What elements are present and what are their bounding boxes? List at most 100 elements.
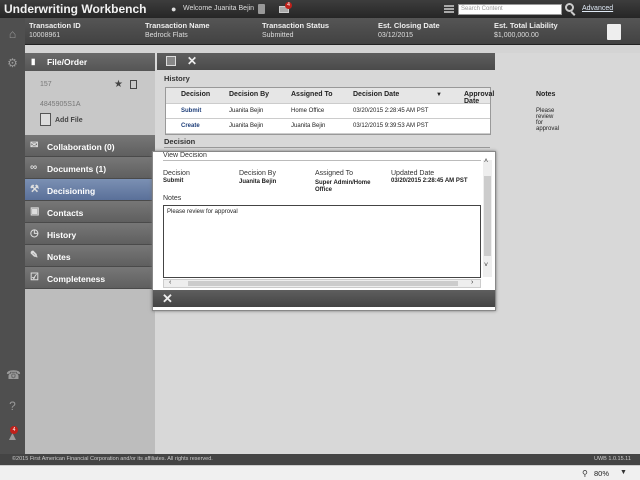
zoom-level[interactable]: 80% <box>594 469 609 478</box>
history-table: Decision Decision By Assigned To Decisio… <box>165 87 559 135</box>
assigned-to-cell: Juanita Bejin <box>291 123 326 129</box>
sidebar: ▮ File/Order 157 ★ 4845905S1A Add File ✉… <box>25 53 155 454</box>
notes-cell: Please review for approval <box>536 108 560 132</box>
star-icon[interactable]: ★ <box>114 79 123 90</box>
sidebar-item-label: Collaboration (0) <box>47 142 115 152</box>
total-liability-value: $1,000,000.00 <box>494 32 539 39</box>
history-section-title: History <box>164 74 190 83</box>
assigned-to-cell: Home Office <box>291 108 325 114</box>
welcome-text: Welcome Juanita Bejin <box>183 5 255 12</box>
column-header[interactable]: Decision <box>181 91 210 98</box>
transaction-id-label: Transaction ID <box>29 21 81 30</box>
vertical-scrollbar[interactable] <box>483 160 492 277</box>
decision-section-title: Decision <box>164 137 196 146</box>
decision-link[interactable]: Submit <box>181 108 201 114</box>
sidebar-item-history[interactable]: ◷ History <box>25 223 155 245</box>
transaction-name-value: Bedrock Flats <box>145 32 188 39</box>
scroll-left-icon[interactable]: ‹ <box>169 279 171 286</box>
decision-value: Submit <box>163 178 184 184</box>
assigned-to-value-line1: Super Admin/Home <box>315 180 371 186</box>
close-icon[interactable]: ✕ <box>187 54 197 68</box>
transaction-status-value: Submitted <box>262 32 294 39</box>
closing-date-value: 03/12/2015 <box>378 32 414 39</box>
save-icon[interactable] <box>166 56 176 66</box>
column-header[interactable]: Assigned To <box>291 91 332 98</box>
column-header[interactable]: Approval Date <box>464 91 494 105</box>
transaction-name-label: Transaction Name <box>145 21 210 30</box>
main-toolbar: ✕ <box>157 53 495 70</box>
file-document-icon[interactable] <box>130 80 137 89</box>
updated-date-label: Updated Date <box>391 170 435 177</box>
sidebar-item-label: Completeness <box>47 274 106 284</box>
decision-link[interactable]: Create <box>181 123 200 129</box>
sidebar-item-label: History <box>47 230 77 240</box>
help-icon[interactable]: ? <box>6 400 19 413</box>
notification-badge: 4 <box>10 426 18 434</box>
order-number[interactable]: 4845905S1A <box>40 101 80 108</box>
decision-by-cell: Juanita Bejin <box>229 108 264 114</box>
total-liability-label: Est. Total Liability <box>494 21 558 30</box>
file-number[interactable]: 157 <box>40 81 52 88</box>
sort-arrow-icon[interactable]: ▼ <box>436 92 442 98</box>
table-row: Submit Juanita Bejin Home Office 03/20/2… <box>166 104 559 132</box>
close-dialog-icon[interactable]: ✕ <box>162 291 173 307</box>
link-icon: ∞ <box>30 162 38 173</box>
decision-by-label: Decision By <box>239 170 276 177</box>
view-decision-dialog: View Decision Decision Submit Decision B… <box>152 151 496 311</box>
scroll-right-icon[interactable]: › <box>471 279 473 286</box>
table-header-row: Decision Decision By Assigned To Decisio… <box>166 88 555 105</box>
horizontal-scrollbar[interactable] <box>163 279 481 288</box>
folder-icon: ▮ <box>31 57 36 66</box>
sidebar-item-notes[interactable]: ✎ Notes <box>25 245 155 267</box>
scroll-down-icon[interactable]: ˅ <box>484 262 488 269</box>
scrollbar-thumb[interactable] <box>484 176 491 256</box>
document-icon[interactable] <box>607 24 621 40</box>
notes-textarea[interactable]: Please review for approval <box>163 205 481 278</box>
decision-label: Decision <box>163 170 190 177</box>
scroll-up-icon[interactable]: ˄ <box>484 158 488 165</box>
assigned-to-value-line2: Office <box>315 187 333 193</box>
left-rail: ⌂ ⚙ ☎ ? ▲ <box>0 18 25 454</box>
decision-date-cell: 03/12/2015 9:39:53 AM PST <box>353 123 429 129</box>
chat-icon: ✉ <box>30 140 39 151</box>
advanced-search-link[interactable]: Advanced <box>582 5 613 12</box>
column-header[interactable]: Decision Date <box>353 91 399 98</box>
sidebar-item-documents[interactable]: ∞ Documents (1) <box>25 157 155 179</box>
search-input[interactable]: Search Content <box>458 4 562 15</box>
home-icon[interactable]: ⌂ <box>6 28 19 41</box>
gear-icon[interactable]: ⚙ <box>6 57 19 70</box>
add-file-icon[interactable] <box>40 113 51 126</box>
sidebar-item-label: Documents (1) <box>47 164 107 174</box>
scrollbar-thumb[interactable] <box>188 281 458 286</box>
app-title: Underwriting Workbench <box>4 2 147 16</box>
chevron-down-icon[interactable]: ▼ <box>620 469 627 476</box>
mail-count-badge: 4 <box>285 2 292 9</box>
search-icon[interactable] <box>565 3 574 12</box>
transaction-info-bar: Transaction ID 10008961 Transaction Name… <box>25 18 640 45</box>
dialog-footer: ✕ <box>153 290 495 307</box>
bookmark-icon[interactable] <box>258 4 265 14</box>
checklist-icon: ☑ <box>30 272 39 283</box>
sidebar-item-contacts[interactable]: ▣ Contacts <box>25 201 155 223</box>
version-text: UWB 1.0.15.11 <box>594 456 631 462</box>
sidebar-item-label: Contacts <box>47 208 84 218</box>
zoom-icon[interactable]: ⚲ <box>582 469 588 478</box>
sidebar-file-order-header[interactable]: ▮ File/Order <box>25 53 155 71</box>
sidebar-item-label: Decisioning <box>47 186 96 196</box>
phone-icon[interactable]: ☎ <box>6 369 21 382</box>
column-header[interactable]: Decision By <box>229 91 269 98</box>
table-row: Create Juanita Bejin Juanita Bejin 03/12… <box>166 119 490 134</box>
sidebar-item-decisioning[interactable]: ⚒ Decisioning <box>25 179 155 201</box>
sidebar-item-collaboration[interactable]: ✉ Collaboration (0) <box>25 135 155 157</box>
divider <box>163 160 481 161</box>
decision-by-cell: Juanita Bejin <box>229 123 264 129</box>
browser-status-bar: ⚲ 80% ▼ <box>0 465 640 480</box>
decision-by-value: Juanita Bejin <box>239 179 277 185</box>
add-file-button[interactable]: Add File <box>55 117 83 124</box>
user-icon: ● <box>171 4 177 14</box>
sidebar-item-completeness[interactable]: ☑ Completeness <box>25 267 155 289</box>
menu-icon[interactable] <box>444 5 454 13</box>
divider <box>164 147 490 148</box>
column-header[interactable]: Notes <box>536 91 555 98</box>
assigned-to-label: Assigned To <box>315 170 354 177</box>
